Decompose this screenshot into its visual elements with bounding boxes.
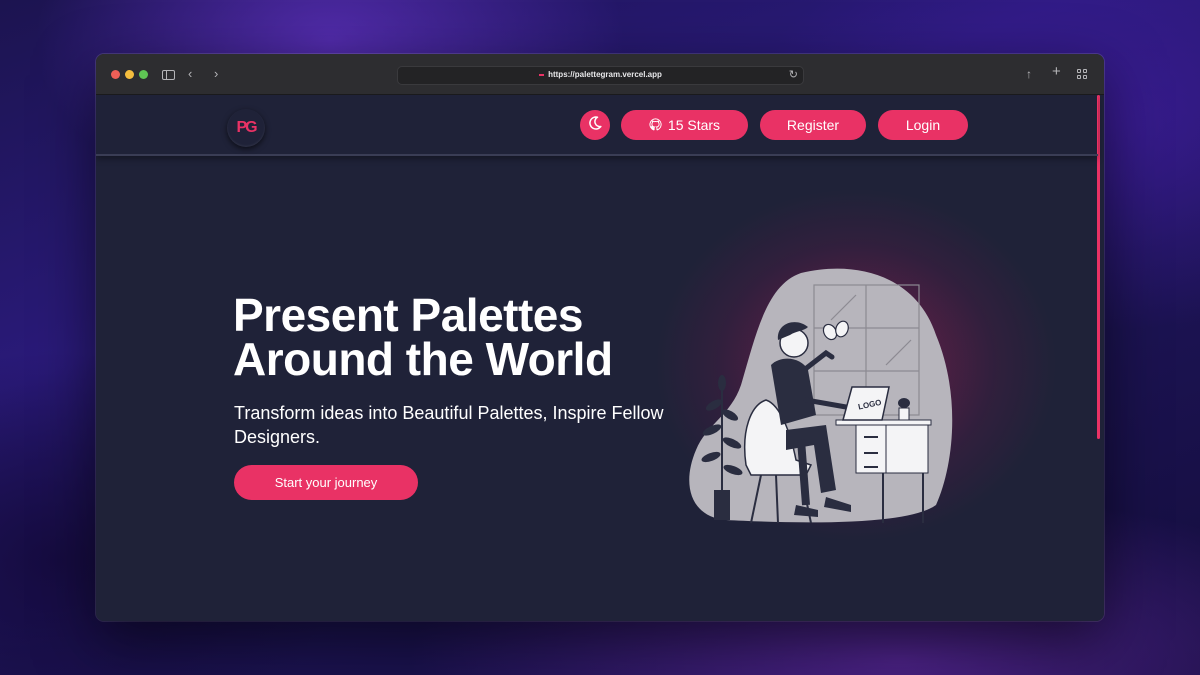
page-viewport: PG 15 Stars Register Login Present Palet… [96,95,1104,621]
moon-icon [589,116,602,130]
tab-overview-icon[interactable] [1077,69,1088,80]
new-tab-icon[interactable]: + [1052,64,1061,80]
login-button[interactable]: Login [878,110,968,140]
url-text: https://palettegram.vercel.app [548,70,662,79]
reload-icon[interactable]: ↻ [789,68,798,81]
designer-illustration: LOGO [689,268,953,524]
sidebar-icon[interactable] [162,70,175,80]
hero-subtitle: Transform ideas into Beautiful Palettes,… [234,403,664,447]
hero-title: Present Palettes Around the World [233,289,693,385]
register-button[interactable]: Register [760,110,866,140]
github-stars-button[interactable]: 15 Stars [621,110,748,140]
browser-window: ‹ › https://palettegram.vercel.app ↻ ↑ +… [96,54,1104,621]
hero-title-line-2: Around the World [233,333,613,385]
url-display: https://palettegram.vercel.app [398,70,803,79]
github-icon [649,118,662,131]
share-icon[interactable]: ↑ [1026,66,1032,82]
hero-title-line-1: Present Palettes [233,289,583,341]
github-stars-label: 15 Stars [667,117,721,133]
browser-toolbar: ‹ › https://palettegram.vercel.app ↻ ↑ + [96,54,1104,95]
start-journey-button[interactable]: Start your journey [234,465,418,500]
minimize-window-button[interactable] [125,70,134,79]
back-icon[interactable]: ‹ [188,66,192,82]
forward-icon[interactable]: › [214,66,218,82]
theme-toggle-button[interactable] [580,110,610,140]
favicon-icon [539,73,545,76]
site-navbar: PG 15 Stars Register Login [96,95,1098,156]
close-window-button[interactable] [111,70,120,79]
maximize-window-button[interactable] [139,70,148,79]
address-bar[interactable]: https://palettegram.vercel.app ↻ [397,66,804,85]
site-logo[interactable]: PG [227,109,265,147]
